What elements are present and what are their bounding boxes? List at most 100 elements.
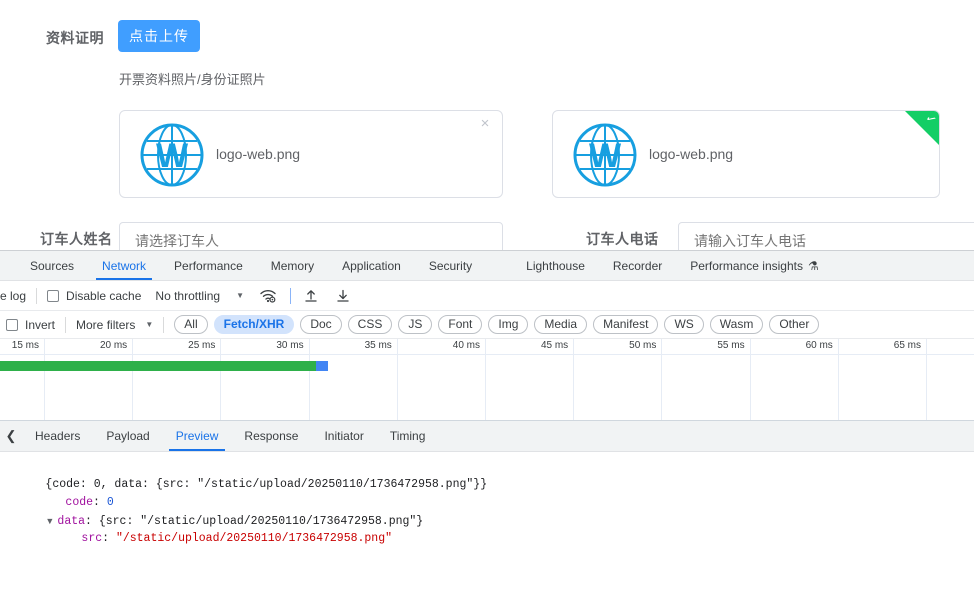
request-waterfall-bar[interactable] xyxy=(0,361,328,371)
field-label-ziliao-zhengming: 资料证明 xyxy=(46,30,104,46)
click-to-upload-button[interactable]: 点击上传 xyxy=(118,20,200,52)
preview-key: code xyxy=(65,496,94,509)
disable-cache-label[interactable]: Disable cache xyxy=(66,289,141,303)
preview-separator: : xyxy=(102,532,116,545)
filter-chip-font[interactable]: Font xyxy=(438,315,483,334)
tab-strip-spacer xyxy=(486,251,512,280)
tab-label: Lighthouse xyxy=(526,258,585,273)
invert-label[interactable]: Invert xyxy=(25,318,55,332)
filter-chip-manifest[interactable]: Manifest xyxy=(593,315,659,334)
web-page-form: 资料证明 点击上传 开票资料照片/身份证照片 W logo-web.png × … xyxy=(0,0,974,260)
upload-form-row: 资料证明 点击上传 xyxy=(0,6,974,52)
tab-label: Application xyxy=(342,258,401,273)
file-name-label: logo-web.png xyxy=(216,146,301,162)
filter-chip-doc[interactable]: Doc xyxy=(300,315,342,334)
timeline-tick-labels: 15 ms 20 ms 25 ms 30 ms 35 ms 40 ms 45 ms 50 ms… xyxy=(0,339,974,355)
detail-tab-timing[interactable]: Timing xyxy=(377,421,439,451)
preview-value: 0 xyxy=(106,496,114,509)
tab-label: Performance insights xyxy=(690,258,803,273)
timeline-tick-label: 20 ms xyxy=(99,340,128,351)
timeline-tick-label: 65 ms xyxy=(893,340,921,351)
timeline-tick-label: 25 ms xyxy=(188,340,216,351)
field-label-orderer-name: 订车人姓名 xyxy=(40,231,113,247)
tab-performance[interactable]: Performance xyxy=(160,251,257,280)
filter-chip-wasm[interactable]: Wasm xyxy=(709,315,764,334)
network-filter-bar: Invert More filters ▼ All Fetch/XHR Doc … xyxy=(0,311,974,339)
filter-chip-ws[interactable]: WS xyxy=(664,315,704,334)
preview-summary-text: {code: 0, data: {src: "/static/upload/20… xyxy=(45,478,488,491)
waterfall-blue-segment xyxy=(316,361,328,371)
logo-web-thumbnail-icon: W xyxy=(140,123,204,187)
devtools-tab-strip: Sources Network Performance Memory Appli… xyxy=(0,251,974,281)
filter-chip-all[interactable]: All xyxy=(174,315,208,334)
more-filters-dropdown[interactable]: More filters ▼ xyxy=(76,318,153,332)
timeline-tick-label: 30 ms xyxy=(276,340,304,351)
network-toolbar: e log Disable cache No throttling ▼ xyxy=(0,281,974,311)
flask-icon: ⚗ xyxy=(807,258,819,273)
disable-cache-checkbox[interactable] xyxy=(47,289,60,302)
filter-divider xyxy=(163,316,165,333)
detail-tab-response[interactable]: Response xyxy=(231,421,311,451)
file-name-label: logo-web.png xyxy=(649,146,734,162)
toolbar-divider xyxy=(36,287,38,304)
filter-chip-media[interactable]: Media xyxy=(534,315,588,334)
filter-chip-css[interactable]: CSS xyxy=(347,315,393,334)
throttling-select[interactable]: No throttling ▼ xyxy=(155,289,244,303)
timeline-tick-label: 55 ms xyxy=(717,340,745,351)
tab-security[interactable]: Security xyxy=(415,251,486,280)
filter-chip-fetch-xhr[interactable]: Fetch/XHR xyxy=(213,315,295,334)
preview-summary-line[interactable]: {code: 0, data: {src: "/static/upload/20… xyxy=(2,458,974,491)
filter-chip-js[interactable]: JS xyxy=(398,315,433,334)
tab-label: Sources xyxy=(30,258,75,273)
request-detail-tab-strip: ❮ Headers Payload Preview Response Initi… xyxy=(0,421,974,452)
preview-separator: : xyxy=(93,496,107,509)
preview-key: data xyxy=(57,515,86,528)
timeline-tick-label: 35 ms xyxy=(364,340,392,351)
preserve-log-label-clipped[interactable]: e log xyxy=(0,289,26,303)
detail-tab-preview[interactable]: Preview xyxy=(163,421,232,451)
import-har-icon[interactable] xyxy=(303,288,319,304)
tab-label: Recorder xyxy=(612,258,663,273)
network-timeline-overview[interactable]: 15 ms 20 ms 25 ms 30 ms 35 ms 40 ms 45 ms 50 ms… xyxy=(0,339,974,421)
filter-divider xyxy=(65,316,67,333)
tab-label: Memory xyxy=(270,258,315,273)
export-har-icon[interactable] xyxy=(335,288,351,304)
toolbar-divider xyxy=(290,287,292,304)
preview-value: "/static/upload/20250110/1736472958.png" xyxy=(115,532,392,545)
uploaded-file-card[interactable]: W logo-web.png × xyxy=(119,110,503,198)
throttling-value: No throttling xyxy=(155,288,221,303)
timeline-tick-label: 40 ms xyxy=(452,340,480,351)
chevron-down-icon: ▼ xyxy=(236,291,245,300)
chevron-down-icon: ▼ xyxy=(145,320,154,329)
tab-sources[interactable]: Sources xyxy=(16,251,88,280)
timeline-tick-label: 60 ms xyxy=(805,340,833,351)
tab-recorder[interactable]: Recorder xyxy=(599,251,676,280)
tab-memory[interactable]: Memory xyxy=(257,251,328,280)
tab-performance-insights[interactable]: Performance insights ⚗ xyxy=(676,251,832,280)
svg-text:W: W xyxy=(156,137,189,175)
preview-row-data[interactable]: ▼ data: {src: "/static/upload/20250110/17… xyxy=(2,494,974,528)
back-chevron-icon[interactable]: ❮ xyxy=(0,421,22,451)
filter-chip-img[interactable]: Img xyxy=(488,315,529,334)
waterfall-green-segment xyxy=(0,361,316,371)
preview-key: src xyxy=(81,532,103,545)
filter-chip-other[interactable]: Other xyxy=(769,315,820,334)
detail-tab-initiator[interactable]: Initiator xyxy=(311,421,376,451)
response-preview-body[interactable]: {code: 0, data: {src: "/static/upload/20… xyxy=(0,452,974,602)
tab-network[interactable]: Network xyxy=(88,251,160,280)
invert-checkbox[interactable] xyxy=(6,318,18,331)
remove-file-close-icon[interactable]: × xyxy=(476,115,494,133)
uploaded-file-card[interactable]: W logo-web.png ✓ xyxy=(552,110,940,198)
timeline-tick-label: 45 ms xyxy=(540,340,569,351)
wifi-settings-icon[interactable] xyxy=(260,289,276,303)
field-label-orderer-phone: 订车人电话 xyxy=(586,231,659,247)
upload-hint-text: 开票资料照片/身份证照片 xyxy=(119,72,266,87)
detail-tab-headers[interactable]: Headers xyxy=(22,421,93,451)
expander-triangle-icon[interactable]: ▼ xyxy=(45,512,57,530)
detail-tab-payload[interactable]: Payload xyxy=(93,421,162,451)
tab-label: Security xyxy=(428,258,473,273)
tab-lighthouse[interactable]: Lighthouse xyxy=(512,251,599,280)
tab-application[interactable]: Application xyxy=(328,251,415,280)
tab-label: Network xyxy=(102,258,147,273)
more-filters-label: More filters xyxy=(76,317,136,332)
